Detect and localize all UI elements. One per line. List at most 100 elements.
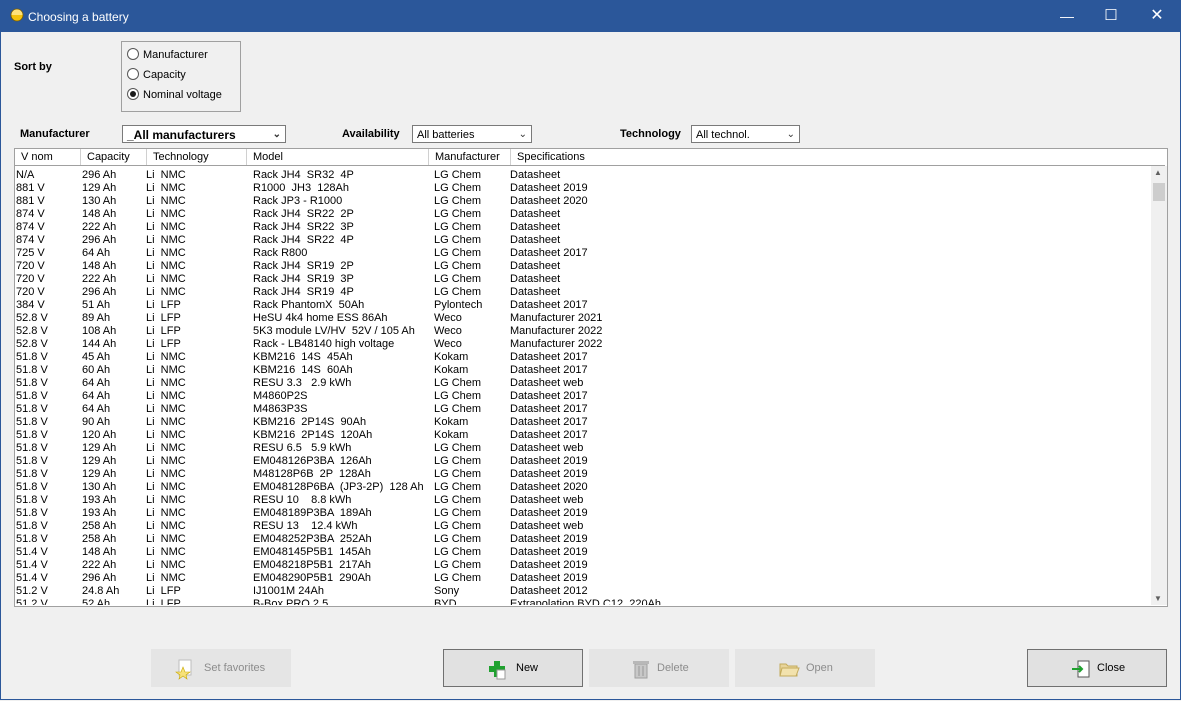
table-row[interactable]: 51.8 V 120 Ah Li NMC KBM216 2P14S 120Ah Koka… [15, 429, 1149, 442]
table-row[interactable]: 51.4 V 222 Ah Li NMC EM048218P5B1 217Ah LG C… [15, 559, 1149, 572]
table-cell: Rack JH4 SR19 2P [253, 260, 354, 272]
table-row[interactable]: 51.8 V 45 Ah Li NMC KBM216 14S 45Ah Kokam Dat… [15, 351, 1149, 364]
table-cell: Kokam [434, 429, 469, 441]
table-cell: LG Chem [434, 390, 482, 402]
table-cell: 51.2 V [16, 598, 48, 605]
minimize-button[interactable]: — [1044, 0, 1090, 32]
table-row[interactable]: 51.8 V 60 Ah Li NMC KBM216 14S 60Ah Kokam Dat… [15, 364, 1149, 377]
availability-select[interactable]: All batteries ⌄ [412, 125, 532, 143]
maximize-button[interactable]: ☐ [1088, 0, 1134, 32]
table-cell: 120 Ah [82, 429, 117, 441]
table-cell: Datasheet 2017 [510, 351, 588, 363]
table-row[interactable]: 720 V 296 Ah Li NMC Rack JH4 SR19 4P LG Chem… [15, 286, 1149, 299]
column-header-manufacturer[interactable]: Manufacturer [429, 149, 511, 165]
table-cell: 881 V [16, 182, 45, 194]
sort-voltage-radio[interactable]: Nominal voltage [127, 87, 222, 103]
table-cell: Li NMC [146, 169, 186, 181]
table-row[interactable]: N/A 296 Ah Li NMC Rack JH4 SR32 4P LG Chem Da… [15, 169, 1149, 182]
table-row[interactable]: 51.8 V 193 Ah Li NMC RESU 10 8.8 kWh LG Chem… [15, 494, 1149, 507]
column-header-model[interactable]: Model [247, 149, 429, 165]
table-cell: RESU 13 12.4 kWh [253, 520, 358, 532]
table-cell: 222 Ah [82, 559, 117, 571]
table-row[interactable]: 720 V 148 Ah Li NMC Rack JH4 SR19 2P LG Chem… [15, 260, 1149, 273]
table-row[interactable]: 51.8 V 64 Ah Li NMC M4860P2S LG Chem Datashee… [15, 390, 1149, 403]
table-row[interactable]: 384 V 51 Ah Li LFP Rack PhantomX 50Ah Pylont… [15, 299, 1149, 312]
table-cell: Li NMC [146, 442, 186, 454]
table-cell: Li NMC [146, 260, 186, 272]
table-row[interactable]: 51.8 V 130 Ah Li NMC EM048128P6BA (JP3-2P) … [15, 481, 1149, 494]
set-favorites-button[interactable]: Set favorites [151, 649, 291, 687]
table-row[interactable]: 51.4 V 148 Ah Li NMC EM048145P5B1 145Ah LG C… [15, 546, 1149, 559]
plus-icon [489, 661, 506, 680]
vertical-scrollbar[interactable]: ▲ ▼ [1151, 166, 1167, 605]
table-row[interactable]: 51.8 V 129 Ah Li NMC EM048126P3BA 126Ah LG C… [15, 455, 1149, 468]
sort-manufacturer-radio[interactable]: Manufacturer [127, 47, 208, 63]
table-row[interactable]: 874 V 222 Ah Li NMC Rack JH4 SR22 3P LG Chem… [15, 221, 1149, 234]
title-bar: Choosing a battery — ☐ ✕ [0, 0, 1181, 32]
availability-filter-label: Availability [342, 128, 400, 140]
radio-dot-icon [127, 48, 139, 60]
table-row[interactable]: 51.8 V 129 Ah Li NMC M48128P6B 2P 128Ah LG C… [15, 468, 1149, 481]
scroll-down-icon[interactable]: ▼ [1154, 594, 1162, 603]
table-row[interactable]: 52.8 V 108 Ah Li LFP 5K3 module LV/HV 52V /… [15, 325, 1149, 338]
table-cell: KBM216 14S 60Ah [253, 364, 353, 376]
table-cell: RESU 3.3 2.9 kWh [253, 377, 352, 389]
table-row[interactable]: 51.8 V 64 Ah Li NMC RESU 3.3 2.9 kWh LG Chem… [15, 377, 1149, 390]
table-cell: Li NMC [146, 416, 186, 428]
table-cell: LG Chem [434, 559, 482, 571]
close-button[interactable]: Close [1027, 649, 1167, 687]
table-row[interactable]: 51.8 V 64 Ah Li NMC M4863P3S LG Chem Datashee… [15, 403, 1149, 416]
table-row[interactable]: 720 V 222 Ah Li NMC Rack JH4 SR19 3P LG Chem… [15, 273, 1149, 286]
column-header-technology[interactable]: Technology [147, 149, 247, 165]
table-row[interactable]: 725 V 64 Ah Li NMC Rack R800 LG Chem Datashee… [15, 247, 1149, 260]
column-header-vnom[interactable]: V nom [15, 149, 81, 165]
table-row[interactable]: 51.8 V 258 Ah Li NMC EM048252P3BA 252Ah LG C… [15, 533, 1149, 546]
table-cell: LG Chem [434, 247, 482, 259]
open-button[interactable]: Open [735, 649, 875, 687]
column-header-capacity[interactable]: Capacity [81, 149, 147, 165]
table-cell: Weco [434, 338, 462, 350]
table-row[interactable]: 51.8 V 193 Ah Li NMC EM048189P3BA 189Ah LG C… [15, 507, 1149, 520]
table-cell: 51.8 V [16, 403, 48, 415]
table-cell: B-Box PRO 2.5 [253, 598, 329, 605]
close-window-button[interactable]: ✕ [1134, 0, 1180, 32]
scroll-thumb[interactable] [1153, 183, 1165, 201]
battery-table[interactable]: V nom Capacity Technology Model Manufact… [14, 148, 1168, 607]
table-row[interactable]: 874 V 148 Ah Li NMC Rack JH4 SR22 2P LG Chem… [15, 208, 1149, 221]
table-cell: 60 Ah [82, 364, 111, 376]
table-row[interactable]: 51.8 V 90 Ah Li NMC KBM216 2P14S 90Ah Kokam D… [15, 416, 1149, 429]
table-row[interactable]: 52.8 V 144 Ah Li LFP Rack - LB48140 high vo… [15, 338, 1149, 351]
table-row[interactable]: 881 V 130 Ah Li NMC Rack JP3 - R1000 LG Chem… [15, 195, 1149, 208]
table-row[interactable]: 51.4 V 296 Ah Li NMC EM048290P5B1 290Ah LG C… [15, 572, 1149, 585]
folder-open-icon [779, 663, 800, 677]
manufacturer-select[interactable]: _All manufacturers ⌄ [122, 125, 286, 143]
table-row[interactable]: 881 V 129 Ah Li NMC R1000 JH3 128Ah LG Chem D… [15, 182, 1149, 195]
table-cell: 90 Ah [82, 416, 111, 428]
scroll-up-icon[interactable]: ▲ [1154, 168, 1162, 177]
table-row[interactable]: 51.8 V 129 Ah Li NMC RESU 6.5 5.9 kWh LG Che… [15, 442, 1149, 455]
sort-capacity-radio[interactable]: Capacity [127, 67, 186, 83]
table-cell: LG Chem [434, 507, 482, 519]
table-cell: Li NMC [146, 273, 186, 285]
technology-select[interactable]: All technol. ⌄ [691, 125, 800, 143]
table-cell: 64 Ah [82, 403, 111, 415]
table-cell: Li NMC [146, 286, 186, 298]
delete-button[interactable]: Delete [589, 649, 729, 687]
table-cell: 51.8 V [16, 455, 48, 467]
table-cell: Datasheet 2020 [510, 481, 588, 493]
table-row[interactable]: 51.2 V 52 Ah Li LFP B-Box PRO 2.5 BYD Extrapo… [15, 598, 1149, 605]
table-row[interactable]: 51.2 V 24.8 Ah Li LFP IJ1001M 24Ah Sony Datas… [15, 585, 1149, 598]
table-cell: Li NMC [146, 390, 186, 402]
table-cell: 51.8 V [16, 533, 48, 545]
table-cell: Li NMC [146, 429, 186, 441]
table-cell: Datasheet 2017 [510, 429, 588, 441]
table-cell: Li LFP [146, 598, 181, 605]
table-row[interactable]: 51.8 V 258 Ah Li NMC RESU 13 12.4 kWh LG Che… [15, 520, 1149, 533]
table-row[interactable]: 52.8 V 89 Ah Li LFP HeSU 4k4 home ESS 86Ah W… [15, 312, 1149, 325]
table-cell: EM048145P5B1 145Ah [253, 546, 372, 558]
new-button[interactable]: New [443, 649, 583, 687]
column-header-specifications[interactable]: Specifications [511, 149, 1165, 165]
table-row[interactable]: 874 V 296 Ah Li NMC Rack JH4 SR22 4P LG Chem… [15, 234, 1149, 247]
table-cell: 874 V [16, 234, 45, 246]
table-cell: Li LFP [146, 312, 181, 324]
